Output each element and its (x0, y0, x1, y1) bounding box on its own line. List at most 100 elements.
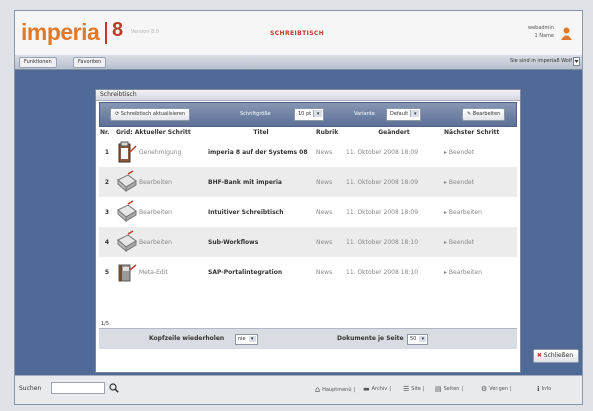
rubrik: News (315, 227, 345, 257)
desk-panel: Schreibtisch ⟳ Schreibtisch aktualisiere… (95, 89, 521, 373)
imperia-logo: imperia (21, 19, 100, 45)
document-approval-icon[interactable] (116, 140, 138, 164)
workflow-step[interactable]: Genehmigung (139, 149, 181, 156)
person-icon[interactable] (561, 27, 572, 40)
search-icon[interactable] (109, 383, 119, 393)
user-info[interactable]: webadmin 1 Name (528, 24, 554, 40)
logo-divider (105, 22, 107, 44)
document-title[interactable]: SAP-Portalintegration (207, 257, 315, 287)
row-number: 3 (104, 208, 110, 216)
row-count: 1/5 (101, 321, 110, 327)
row-number: 5 (104, 268, 110, 276)
document-title[interactable]: Sub-Workflows (207, 227, 315, 257)
column-header[interactable]: Nr. (99, 127, 115, 137)
page-title: SCHREIBTISCH (270, 30, 325, 37)
refresh-desk-button[interactable]: ⟳ Schreibtisch aktualisieren (110, 108, 191, 121)
next-step[interactable]: ▸ Beendet (443, 137, 517, 167)
rubrik: News (316, 268, 333, 276)
generate-link[interactable]: ⚙ Ver.gen | (481, 385, 512, 393)
rubrik: News (316, 208, 333, 216)
row-number: 4 (99, 227, 115, 257)
repeat-header-select[interactable]: nie ▾ (235, 334, 258, 345)
column-header[interactable]: Nächster Schritt (443, 127, 517, 137)
version-subtitle: Version 8.0 (131, 29, 159, 35)
search-input[interactable] (51, 382, 105, 394)
table-row[interactable]: 1 Genehmigung imperia 8 auf der Systems … (99, 137, 517, 167)
next-step[interactable]: ▸ Beendet (443, 227, 517, 257)
table-row[interactable]: 2 Bearbeiten BHF-Bank mit imperia News 1… (99, 167, 517, 197)
next-step[interactable]: ▸ Bearbeiten (443, 197, 517, 227)
site-icon: ☰ (403, 385, 410, 393)
close-icon: ✖ (536, 352, 542, 359)
panel-title: Schreibtisch (96, 90, 520, 101)
workflow-step[interactable]: Bearbeiten (139, 209, 172, 216)
location-info: Sie sind in imperia8 Wolf (510, 58, 572, 64)
user-role: 1 Name (534, 33, 554, 39)
chevron-down-icon: ▾ (419, 336, 427, 342)
meta-edit-icon[interactable] (116, 260, 138, 284)
row-number: 2 (99, 167, 115, 197)
top-bar: imperia 8 Version 8.0 SCHREIBTISCH webad… (15, 11, 582, 56)
row-number: 1 (104, 148, 110, 156)
chevron-down-icon: ▾ (410, 110, 420, 117)
generate-icon: ⚙ (481, 385, 488, 393)
scroll-down-icon[interactable] (573, 57, 580, 66)
column-header[interactable]: Grid: Aktueller Schritt (115, 127, 207, 137)
nav-bar: Funktionen Favoriten Sie sind in imperia… (15, 55, 582, 70)
rubrik: News (316, 148, 333, 156)
rubrik: News (315, 167, 345, 197)
table-row[interactable]: 4 Bearbeiten Sub-Workflows News 11. Okto… (99, 227, 517, 257)
repeat-header-label: Kopfzeile wiederholen (149, 335, 225, 342)
variant-label: Variante (354, 111, 375, 117)
favorites-menu-button[interactable]: Favoriten (73, 57, 107, 68)
site-link[interactable]: ☰ Site | (403, 385, 425, 393)
edit-document-icon[interactable] (116, 200, 138, 224)
variant-select[interactable]: Default ▾ (386, 108, 422, 121)
table-row[interactable]: 3 Bearbeiten Intuitiver Schreibtisch New… (99, 197, 517, 227)
desk-toolbar: ⟳ Schreibtisch aktualisieren Schriftgröß… (99, 102, 517, 127)
close-button[interactable]: ✖ Schließen (532, 349, 579, 363)
imperia-window: imperia 8 Version 8.0 SCHREIBTISCH webad… (14, 10, 583, 405)
next-step[interactable]: ▸ Beendet (443, 167, 517, 197)
user-name: webadmin (527, 25, 554, 31)
info-icon: ℹ (537, 385, 540, 393)
edit-button[interactable]: ✎ Bearbeiten (462, 108, 506, 121)
workflow-step[interactable]: Bearbeiten (139, 179, 172, 186)
changed-date: 11. Oktober 2008 18:09 (346, 208, 419, 216)
panel-footer: Kopfzeile wiederholen nie ▾ Dokumente je… (99, 328, 517, 349)
document-title[interactable]: BHF-Bank mit imperia (207, 167, 315, 197)
column-header[interactable]: Titel (207, 127, 315, 137)
pages-link[interactable]: ▤ Seiten | (435, 385, 463, 393)
home-icon: ⌂ (315, 385, 321, 394)
column-header[interactable]: Rubrik (315, 127, 345, 137)
version-number: 8 (112, 19, 124, 41)
workflow-step[interactable]: Meta-Edit (139, 269, 168, 276)
archive-link[interactable]: ▬ Archiv | (363, 385, 391, 393)
changed-date: 11. Oktober 2008 18:10 (345, 227, 443, 257)
changed-date: 11. Oktober 2008 18:09 (345, 167, 443, 197)
table-row[interactable]: 5 Meta-Edit SAP-Portalintegration News 1… (99, 257, 517, 287)
docs-per-page-select[interactable]: 50 ▾ (407, 334, 429, 345)
table-header: Nr. Grid: Aktueller Schritt Titel Rubrik… (99, 127, 517, 137)
changed-date: 11. Oktober 2008 18:09 (346, 148, 419, 156)
document-title[interactable]: Intuitiver Schreibtisch (207, 197, 315, 227)
column-header[interactable]: Geändert (345, 127, 443, 137)
next-step[interactable]: ▸ Bearbeiten (443, 257, 517, 287)
search-label: Suchen (19, 385, 42, 392)
font-size-select[interactable]: 10 pt ▾ (294, 108, 325, 121)
chevron-down-icon: ▾ (248, 336, 256, 342)
folder-icon: ▬ (363, 385, 370, 393)
chevron-down-icon: ▾ (313, 110, 323, 117)
document-title[interactable]: imperia 8 auf der Systems 08 (207, 137, 315, 167)
edit-document-icon[interactable] (116, 230, 138, 254)
edit-document-icon[interactable] (116, 170, 138, 194)
functions-menu-button[interactable]: Funktionen (19, 57, 57, 68)
font-size-label: Schriftgröße (240, 111, 271, 117)
status-bar: Suchen ⌂ Hauptmenü | ▬ Archiv | ☰ Site | ▤ Seit… (15, 375, 582, 404)
info-link[interactable]: ℹ Info (537, 385, 551, 393)
document-table: Nr. Grid: Aktueller Schritt Titel Rubrik… (99, 127, 517, 287)
pages-icon: ▤ (435, 385, 442, 393)
workflow-step[interactable]: Bearbeiten (139, 239, 172, 246)
home-link[interactable]: ⌂ Hauptmenü | (315, 385, 355, 394)
changed-date: 11. Oktober 2008 18:10 (346, 268, 419, 276)
